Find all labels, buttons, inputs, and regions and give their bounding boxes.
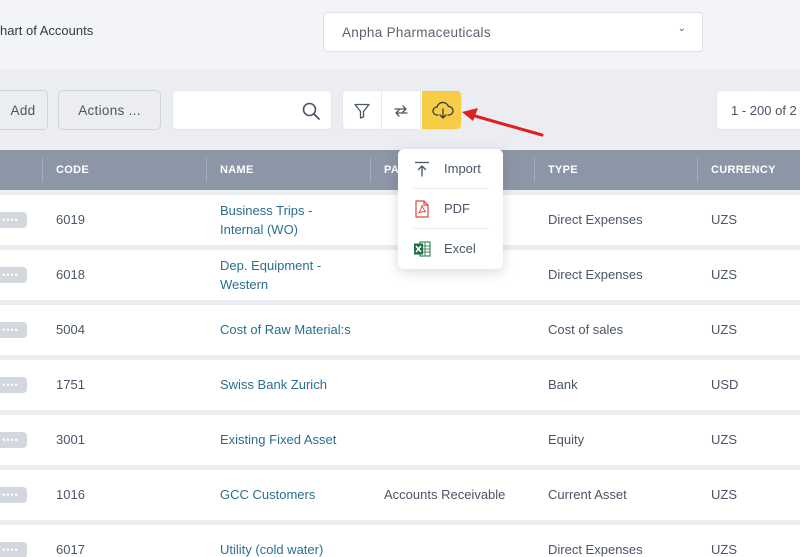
cloud-download-icon bbox=[431, 101, 454, 119]
row-menu-button[interactable]: •••• bbox=[0, 322, 27, 338]
cell-name-link[interactable]: Cost of Raw Material:s bbox=[220, 320, 351, 339]
pdf-icon bbox=[413, 199, 431, 218]
view-controls bbox=[342, 90, 462, 130]
cell-parent: Accounts Receivable bbox=[384, 487, 506, 502]
top-header: hart of Accounts Anpha Pharmaceuticals ⌄ bbox=[0, 0, 800, 70]
column-divider bbox=[370, 158, 371, 182]
cell-currency: USD bbox=[711, 377, 739, 392]
column-header-code[interactable]: CODE bbox=[56, 150, 89, 190]
cell-currency: UZS bbox=[711, 487, 737, 502]
excel-icon bbox=[413, 240, 431, 258]
cell-currency: UZS bbox=[711, 212, 737, 227]
column-header-type[interactable]: TYPE bbox=[548, 150, 578, 190]
menu-item-label: Import bbox=[444, 161, 481, 176]
cell-currency: UZS bbox=[711, 542, 737, 557]
column-header-currency[interactable]: CURRENCY bbox=[711, 150, 776, 190]
cell-code: 1751 bbox=[56, 377, 85, 392]
column-divider bbox=[697, 158, 698, 182]
cell-name-link[interactable]: Utility (cold water) bbox=[220, 540, 323, 557]
company-select-value: Anpha Pharmaceuticals bbox=[342, 25, 491, 40]
chevron-down-icon: ⌄ bbox=[677, 23, 686, 34]
row-menu-button[interactable]: •••• bbox=[0, 377, 27, 393]
toolbar: Add Actions ... 1 - 200 of 2 bbox=[0, 70, 800, 150]
cell-currency: UZS bbox=[711, 322, 737, 337]
search-input[interactable] bbox=[181, 99, 291, 121]
swap-button[interactable] bbox=[382, 91, 421, 129]
download-button[interactable] bbox=[422, 91, 461, 129]
cell-type: Direct Expenses bbox=[548, 212, 643, 227]
row-menu-button[interactable]: •••• bbox=[0, 267, 27, 283]
search-icon[interactable] bbox=[301, 101, 321, 121]
cell-name-link[interactable]: Business Trips - Internal (WO) bbox=[220, 201, 350, 239]
pagination[interactable]: 1 - 200 of 2 bbox=[716, 90, 800, 130]
column-divider bbox=[534, 158, 535, 182]
menu-item-label: Excel bbox=[444, 241, 476, 256]
table-row[interactable]: •••• 5004 Cost of Raw Material:s Cost of… bbox=[0, 305, 800, 355]
table-row[interactable]: •••• 6017 Utility (cold water) Direct Ex… bbox=[0, 525, 800, 557]
row-menu-button[interactable]: •••• bbox=[0, 212, 27, 228]
filter-button[interactable] bbox=[343, 91, 382, 129]
cell-type: Direct Expenses bbox=[548, 267, 643, 282]
cell-name-link[interactable]: GCC Customers bbox=[220, 485, 315, 504]
cell-code: 6018 bbox=[56, 267, 85, 282]
cell-currency: UZS bbox=[711, 267, 737, 282]
cell-name-link[interactable]: Swiss Bank Zurich bbox=[220, 375, 327, 394]
upload-icon bbox=[413, 160, 431, 178]
row-menu-button[interactable]: •••• bbox=[0, 432, 27, 448]
cell-type: Cost of sales bbox=[548, 322, 624, 337]
cell-code: 6017 bbox=[56, 542, 85, 557]
company-select[interactable]: Anpha Pharmaceuticals ⌄ bbox=[323, 12, 703, 52]
menu-item-import[interactable]: Import bbox=[413, 149, 489, 188]
table-row[interactable]: •••• 1016 GCC Customers Accounts Receiva… bbox=[0, 470, 800, 520]
column-divider bbox=[42, 158, 43, 182]
cell-code: 1016 bbox=[56, 487, 85, 502]
actions-button[interactable]: Actions ... bbox=[58, 90, 161, 130]
swap-icon bbox=[394, 105, 408, 117]
cell-type: Equity bbox=[548, 432, 585, 447]
table-row[interactable]: •••• 3001 Existing Fixed Asset Equity UZ… bbox=[0, 415, 800, 465]
cell-type: Current Asset bbox=[548, 487, 627, 502]
menu-item-label: PDF bbox=[444, 201, 470, 216]
filter-icon bbox=[354, 103, 370, 119]
column-header-parent[interactable]: PA bbox=[384, 150, 399, 190]
export-dropdown-menu: Import PDF Excel bbox=[398, 149, 503, 269]
row-menu-button[interactable]: •••• bbox=[0, 487, 27, 503]
page-title: hart of Accounts bbox=[0, 23, 94, 38]
cell-type: Bank bbox=[548, 377, 578, 392]
cell-currency: UZS bbox=[711, 432, 737, 447]
cell-type: Direct Expenses bbox=[548, 542, 643, 557]
menu-item-excel[interactable]: Excel bbox=[413, 229, 489, 268]
cell-name-link[interactable]: Dep. Equipment - Western bbox=[220, 256, 350, 294]
menu-item-pdf[interactable]: PDF bbox=[413, 189, 489, 228]
cell-code: 6019 bbox=[56, 212, 85, 227]
cell-name-link[interactable]: Existing Fixed Asset bbox=[220, 430, 336, 449]
pagination-label: 1 - 200 of 2 bbox=[731, 103, 797, 118]
cell-code: 5004 bbox=[56, 322, 85, 337]
add-button[interactable]: Add bbox=[0, 90, 48, 130]
row-menu-button[interactable]: •••• bbox=[0, 542, 27, 557]
cell-code: 3001 bbox=[56, 432, 85, 447]
search-box bbox=[172, 90, 332, 130]
column-divider bbox=[206, 158, 207, 182]
column-header-name[interactable]: NAME bbox=[220, 150, 254, 190]
table-row[interactable]: •••• 1751 Swiss Bank Zurich Bank USD bbox=[0, 360, 800, 410]
